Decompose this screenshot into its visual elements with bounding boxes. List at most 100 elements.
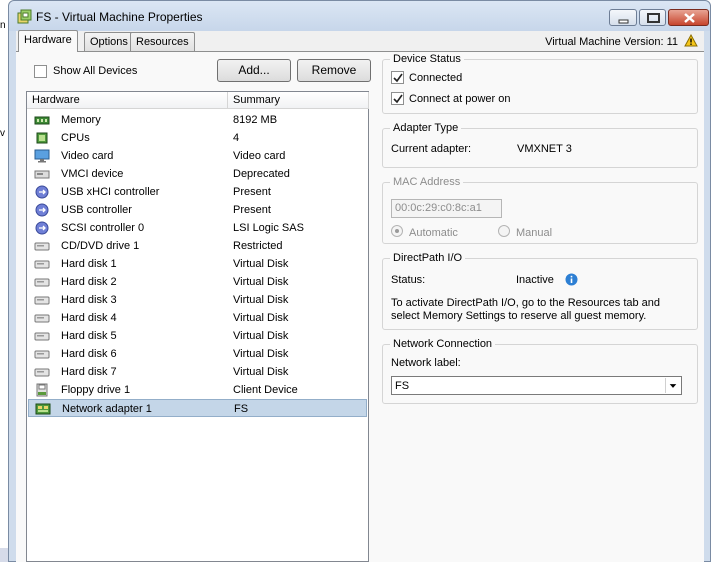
- hardware-row[interactable]: Hard disk 5 Virtual Disk: [28, 327, 367, 345]
- show-all-devices-checkbox[interactable]: [34, 65, 47, 78]
- hardware-row[interactable]: Hard disk 3 Virtual Disk: [28, 291, 367, 309]
- video-card-icon: [34, 149, 50, 163]
- hardware-row-summary: Virtual Disk: [233, 312, 289, 324]
- window-client-area: Hardware Options Resources Virtual Machi…: [16, 30, 704, 562]
- hardware-row-name: Hard disk 4: [61, 312, 117, 324]
- hardware-row-summary: Client Device: [233, 384, 298, 396]
- hardware-row-summary: Virtual Disk: [233, 366, 289, 378]
- adapter-type-group: Adapter Type Current adapter: VMXNET 3: [382, 122, 698, 168]
- hardware-row-summary: Present: [233, 186, 271, 198]
- hard-disk-icon: [34, 350, 50, 359]
- background-char: v: [0, 128, 5, 139]
- hardware-row[interactable]: CD/DVD drive 1 Restricted: [28, 237, 367, 255]
- connected-label: Connected: [409, 72, 463, 84]
- check-icon: [393, 73, 403, 83]
- maximize-button[interactable]: [639, 9, 666, 26]
- manual-radio[interactable]: [498, 225, 510, 237]
- hardware-row-name: SCSI controller 0: [61, 222, 145, 234]
- hardware-row[interactable]: SCSI controller 0 LSI Logic SAS: [28, 219, 367, 237]
- hardware-row-summary: Virtual Disk: [233, 294, 289, 306]
- connect-at-power-on-label: Connect at power on: [409, 93, 511, 105]
- tab-resources[interactable]: Resources: [130, 32, 195, 51]
- hardware-row[interactable]: CPUs 4: [28, 129, 367, 147]
- hard-disk-icon: [34, 332, 50, 341]
- memory-icon: [34, 116, 50, 125]
- hardware-row-summary: LSI Logic SAS: [233, 222, 304, 234]
- vm-version-label: Virtual Machine Version: 11: [545, 36, 678, 48]
- hardware-list: Hardware Summary Memory 8192 MB CPUs 4 Video…: [26, 91, 369, 562]
- directpath-group: DirectPath I/O Status: Inactive To activ…: [382, 252, 698, 330]
- hardware-row[interactable]: Network adapter 1 FS: [28, 399, 367, 417]
- vmci-icon: [34, 170, 50, 179]
- remove-button[interactable]: Remove: [297, 59, 371, 82]
- network-label-value: FS: [395, 380, 410, 392]
- hardware-row[interactable]: Hard disk 2 Virtual Disk: [28, 273, 367, 291]
- hardware-row[interactable]: Hard disk 7 Virtual Disk: [28, 363, 367, 381]
- hardware-row[interactable]: Hard disk 6 Virtual Disk: [28, 345, 367, 363]
- hardware-row-name: Hard disk 6: [61, 348, 117, 360]
- column-header-hardware[interactable]: Hardware: [27, 92, 228, 109]
- hardware-row[interactable]: VMCI device Deprecated: [28, 165, 367, 183]
- warning-icon[interactable]: [684, 34, 698, 47]
- check-icon: [393, 94, 403, 104]
- connected-checkbox[interactable]: [391, 71, 404, 84]
- close-button[interactable]: [668, 9, 709, 26]
- directpath-title: DirectPath I/O: [390, 252, 466, 264]
- automatic-label: Automatic: [409, 227, 458, 239]
- directpath-description-line2: select Memory Settings to reserve all gu…: [391, 310, 647, 322]
- hard-disk-icon: [34, 278, 50, 287]
- vm-properties-window: FS - Virtual Machine Properties Hardware…: [8, 0, 711, 562]
- connect-at-power-on-checkbox[interactable]: [391, 92, 404, 105]
- hardware-row-name: Memory: [61, 114, 101, 126]
- hard-disk-icon: [34, 260, 50, 269]
- hardware-row[interactable]: Hard disk 4 Virtual Disk: [28, 309, 367, 327]
- directpath-description-line1: To activate DirectPath I/O, go to the Re…: [391, 297, 661, 309]
- hardware-row[interactable]: USB controller Present: [28, 201, 367, 219]
- hardware-row-summary: Deprecated: [233, 168, 290, 180]
- add-button[interactable]: Add...: [217, 59, 291, 82]
- device-status-group: Device Status Connected Connect at power…: [382, 53, 698, 114]
- hardware-row-name: Hard disk 7: [61, 366, 117, 378]
- cd-drive-icon: [34, 242, 50, 251]
- info-icon[interactable]: [565, 273, 578, 286]
- window-title: FS - Virtual Machine Properties: [36, 10, 203, 24]
- column-header-summary[interactable]: Summary: [228, 92, 369, 109]
- mac-address-input[interactable]: 00:0c:29:c0:8c:a1: [391, 199, 502, 218]
- hardware-row-name: Hard disk 3: [61, 294, 117, 306]
- device-status-title: Device Status: [390, 53, 464, 65]
- hardware-row-name: VMCI device: [61, 168, 124, 180]
- hardware-tab-panel: Show All Devices Add... Remove Hardware …: [16, 52, 704, 562]
- hardware-row-name: USB xHCI controller: [61, 186, 160, 198]
- hardware-row[interactable]: Video card Video card: [28, 147, 367, 165]
- hard-disk-icon: [34, 314, 50, 323]
- hardware-row-summary: Present: [233, 204, 271, 216]
- chevron-down-icon[interactable]: [665, 378, 680, 393]
- hard-disk-icon: [34, 368, 50, 377]
- directpath-status-value: Inactive: [516, 274, 554, 286]
- hardware-row[interactable]: Floppy drive 1 Client Device: [28, 381, 367, 399]
- hardware-row-summary: Virtual Disk: [233, 258, 289, 270]
- hardware-row-summary: Virtual Disk: [233, 276, 289, 288]
- minimize-button[interactable]: [609, 9, 637, 26]
- hard-disk-icon: [34, 296, 50, 305]
- hardware-row-summary: 4: [233, 132, 240, 144]
- cpu-icon: [36, 132, 48, 144]
- network-label-select[interactable]: FS: [391, 376, 682, 395]
- title-bar[interactable]: FS - Virtual Machine Properties: [9, 1, 710, 31]
- tab-options[interactable]: Options: [84, 32, 134, 51]
- hardware-row[interactable]: Hard disk 1 Virtual Disk: [28, 255, 367, 273]
- hardware-row-summary: Virtual Disk: [233, 330, 289, 342]
- hardware-row-summary: 8192 MB: [233, 114, 278, 126]
- show-all-devices-label: Show All Devices: [53, 65, 138, 77]
- hardware-row[interactable]: USB xHCI controller Present: [28, 183, 367, 201]
- hardware-row-name: CD/DVD drive 1: [61, 240, 140, 252]
- hardware-row-summary: FS: [234, 403, 249, 415]
- tab-hardware[interactable]: Hardware: [18, 30, 78, 52]
- automatic-radio[interactable]: [391, 225, 403, 237]
- adapter-type-title: Adapter Type: [390, 122, 462, 134]
- current-adapter-value: VMXNET 3: [517, 143, 572, 155]
- hardware-row-name: Hard disk 2: [61, 276, 117, 288]
- hardware-row-name: USB controller: [61, 204, 132, 216]
- hardware-row-name: CPUs: [61, 132, 90, 144]
- hardware-row[interactable]: Memory 8192 MB: [28, 111, 367, 129]
